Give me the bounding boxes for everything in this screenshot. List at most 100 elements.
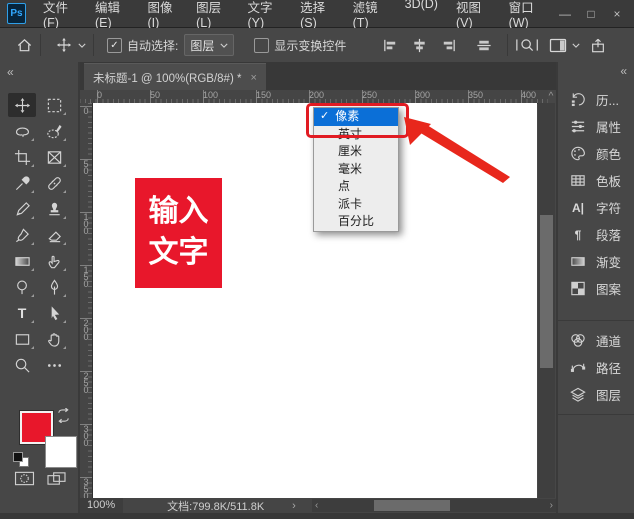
screen-mode-icon[interactable] [46, 470, 67, 490]
vertical-ruler[interactable]: 0 50 100 150 200 250 300 350 [80, 103, 93, 498]
status-expand-icon[interactable]: › [292, 500, 296, 512]
document-size-info: 文档:799.8K/511.8K [167, 500, 265, 513]
options-bar: ✓ 自动选择: 图层 显示变换控件 [0, 28, 634, 63]
eyedropper-tool[interactable] [8, 171, 36, 195]
panel-tab-history[interactable]: 历... [558, 86, 634, 113]
ruler-tick-label: 100 [203, 90, 219, 100]
distribute-icon[interactable] [475, 37, 493, 54]
panel-tab-label: 属性 [596, 121, 622, 135]
hand-tool[interactable] [40, 327, 68, 351]
horizontal-scrollbar[interactable]: ‹ › [312, 499, 556, 512]
ruler-tick-label: 250 [362, 90, 378, 100]
auto-select-value: 图层 [190, 38, 215, 53]
show-transform-label: 显示变换控件 [274, 38, 347, 53]
vertical-scrollbar-thumb[interactable] [540, 215, 553, 368]
share-icon[interactable] [590, 37, 606, 54]
panel-tab-pattern[interactable]: 图案 [558, 275, 634, 302]
default-colors-icon[interactable] [13, 452, 29, 467]
move-tool-options-icon[interactable] [56, 37, 72, 53]
show-transform-checkbox[interactable] [254, 37, 270, 53]
ruler-tick-label: 350 [81, 477, 91, 498]
maximize-button[interactable]: □ [580, 7, 602, 21]
ruler-tick-label: 300 [415, 90, 431, 100]
scroll-up-icon[interactable]: ^ [546, 91, 556, 102]
lasso-tool[interactable] [8, 119, 36, 143]
search-icon[interactable] [515, 36, 541, 54]
horizontal-scrollbar-thumb[interactable] [374, 500, 450, 511]
panel-tab-paths[interactable]: 路径 [558, 354, 634, 381]
background-color-swatch[interactable] [45, 436, 77, 468]
panel-tab-character[interactable]: A| 字符 [558, 194, 634, 221]
auto-select-layer-dropdown[interactable]: 图层 [184, 34, 235, 56]
panel-tab-label: 颜色 [596, 148, 622, 162]
panel-tab-color[interactable]: 颜色 [558, 140, 634, 167]
panel-tab-properties[interactable]: 属性 [558, 113, 634, 140]
close-button[interactable]: × [606, 7, 628, 21]
path-select-tool[interactable] [40, 301, 68, 325]
panel-tab-gradient[interactable]: 渐变 [558, 248, 634, 275]
brush-tool[interactable] [8, 197, 36, 221]
marquee-tool[interactable] [40, 93, 68, 117]
minimize-button[interactable]: — [554, 7, 576, 21]
home-icon[interactable] [16, 37, 33, 54]
dodge-tool[interactable] [8, 275, 36, 299]
close-tab-icon[interactable]: × [250, 72, 256, 84]
tool-grid: T [6, 92, 70, 378]
ps-logo: Ps [7, 3, 26, 24]
eraser-tool[interactable] [40, 223, 68, 247]
vertical-scrollbar[interactable] [538, 103, 555, 498]
menu-item-unit-percent[interactable]: 百分比 [314, 213, 398, 231]
object-selection-tool[interactable] [40, 119, 68, 143]
align-right-icon[interactable] [440, 37, 457, 54]
edit-toolbar-ellipsis-icon[interactable] [40, 353, 68, 377]
menu-item-unit-cm[interactable]: 厘米 [314, 143, 398, 161]
panel-tab-label: 色板 [596, 175, 622, 189]
healing-brush-tool[interactable] [40, 171, 68, 195]
auto-select-checkbox[interactable]: ✓ [107, 37, 122, 53]
history-brush-tool[interactable] [8, 223, 36, 247]
workspace-icon[interactable] [549, 38, 567, 53]
collapse-tools-icon[interactable]: « [7, 65, 14, 79]
smudge-tool[interactable] [40, 249, 68, 273]
menu-item-unit-inches[interactable]: 英寸 [314, 126, 398, 144]
quick-mask-icon[interactable] [14, 470, 35, 490]
horizontal-ruler[interactable]: 0 50 100 150 200 250 300 350 400 [80, 90, 548, 104]
text-layer-box[interactable]: 输入 文字 [135, 178, 222, 288]
align-left-icon[interactable] [382, 37, 399, 54]
move-tool[interactable] [8, 93, 36, 117]
chevron-down-icon[interactable] [78, 41, 86, 49]
panel-tab-paragraph[interactable]: ¶ 段落 [558, 221, 634, 248]
scroll-right-icon[interactable]: › [550, 499, 553, 512]
chevron-down-icon[interactable] [572, 41, 580, 49]
ruler-tick-label: 150 [256, 90, 272, 100]
panel-tab-swatches[interactable]: 色板 [558, 167, 634, 194]
title-bar: Ps 文件(F) 编辑(E) 图像(I) 图层(L) 文字(Y) 选择(S) 滤… [0, 0, 634, 30]
panel-tab-label: 字符 [596, 202, 622, 216]
pen-tool[interactable] [40, 275, 68, 299]
panel-tab-layers[interactable]: 图层 [558, 381, 634, 408]
panel-tab-label: 段落 [596, 229, 622, 243]
align-center-icon[interactable] [411, 37, 428, 54]
collapse-panels-icon[interactable]: « [620, 64, 627, 78]
tools-panel-header: « [0, 62, 78, 90]
swap-colors-icon[interactable] [56, 407, 71, 426]
crop-tool[interactable] [8, 145, 36, 169]
gradient-tool[interactable] [8, 249, 36, 273]
text-layer-line1: 输入 [148, 195, 209, 228]
panel-tab-label: 历... [596, 94, 619, 108]
menu-item-unit-picas[interactable]: 派卡 [314, 196, 398, 214]
frame-tool[interactable] [40, 145, 68, 169]
stamp-tool[interactable] [40, 197, 68, 221]
rectangle-tool[interactable] [8, 327, 36, 351]
panel-tab-label: 图案 [596, 283, 622, 297]
menu-item-unit-mm[interactable]: 毫米 [314, 161, 398, 179]
zoom-tool[interactable] [8, 353, 36, 377]
panel-tab-channels[interactable]: 通道 [558, 327, 634, 354]
zoom-level-field[interactable]: 100% [80, 498, 124, 513]
menu-item-unit-points[interactable]: 点 [314, 178, 398, 196]
type-tool[interactable]: T [8, 301, 36, 325]
menu-item-unit-pixels[interactable]: ✓ 像素 [314, 108, 398, 126]
scroll-left-icon[interactable]: ‹ [315, 499, 318, 512]
ruler-tick-label: 0 [97, 90, 103, 100]
document-tab[interactable]: 未标题-1 @ 100%(RGB/8#) * × [84, 63, 266, 91]
